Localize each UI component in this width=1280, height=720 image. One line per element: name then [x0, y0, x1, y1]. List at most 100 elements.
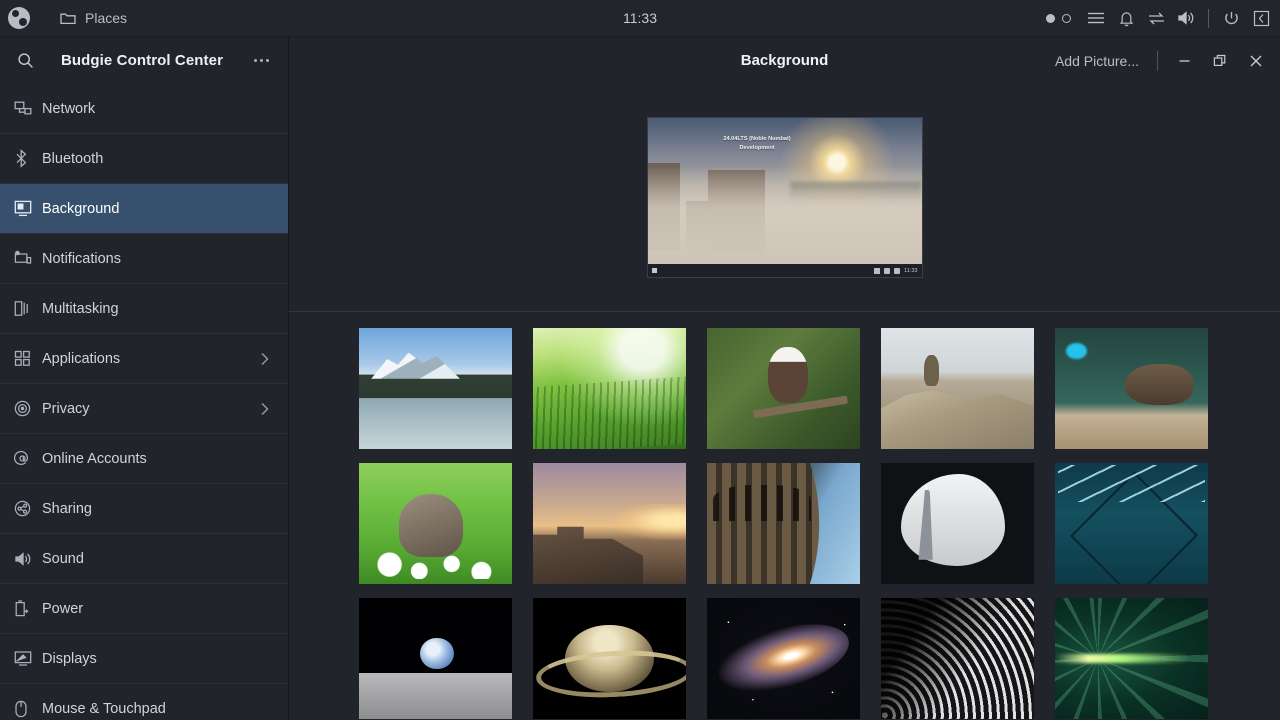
- wallpaper-spiral-galaxy[interactable]: [707, 598, 860, 719]
- sidebar-item-label: Bluetooth: [42, 150, 104, 167]
- wallpaper-grid-zone[interactable]: [289, 312, 1280, 720]
- wallpaper-colosseum[interactable]: [707, 463, 860, 584]
- sidebar-item-label: Power: [42, 600, 84, 617]
- wallpaper-saturn-rings[interactable]: [533, 598, 686, 719]
- sharing-icon: [14, 500, 42, 517]
- workspace-dot-1[interactable]: [1046, 13, 1055, 23]
- mouse-icon: [14, 700, 42, 718]
- wallpaper-blue-geometric-bridge[interactable]: [1055, 463, 1208, 584]
- wallpaper-snowy-mountain-lake[interactable]: [359, 328, 512, 449]
- sidebar-item-online-accounts[interactable]: Online Accounts: [0, 434, 288, 483]
- network-icon[interactable]: [1141, 0, 1171, 37]
- wallpaper-city-rooftops-sunset[interactable]: [533, 463, 686, 584]
- sidebar-item-sound[interactable]: Sound: [0, 534, 288, 583]
- preview-network-icon: [874, 267, 881, 274]
- current-background-preview[interactable]: 24.04LTS (Noble Numbat) Development 11:3…: [646, 117, 923, 278]
- sidebar-item-label: Background: [42, 200, 120, 217]
- notifications-icon: [14, 250, 42, 267]
- volume-icon[interactable]: [1171, 0, 1201, 37]
- sidebar-item-bluetooth[interactable]: Bluetooth: [0, 134, 288, 183]
- maximize-button[interactable]: [1202, 44, 1238, 78]
- preview-overlay-line1: 24.04LTS (Noble Numbat): [723, 136, 791, 143]
- wallpaper-kitten-in-daisies[interactable]: [359, 463, 512, 584]
- wallpaper-bird-on-rock[interactable]: [881, 328, 1034, 449]
- preview-overlay-text: 24.04LTS (Noble Numbat) Development: [675, 135, 839, 151]
- sidebar-item-power[interactable]: Power: [0, 584, 288, 633]
- sidebar-item-mouse-touchpad[interactable]: Mouse & Touchpad: [0, 684, 288, 720]
- sidebar-header: Budgie Control Center: [0, 37, 288, 84]
- wallpaper-monochrome-ripple[interactable]: [881, 598, 1034, 719]
- panel-left-group: Places: [0, 6, 135, 30]
- sidebar-item-label: Mouse & Touchpad: [42, 700, 166, 717]
- power-icon[interactable]: [1216, 0, 1246, 37]
- sidebar-item-label: Displays: [42, 650, 97, 667]
- preview-fog: [647, 165, 922, 265]
- notifications-bell-icon[interactable]: [1111, 0, 1141, 37]
- chevron-right-icon: [260, 351, 270, 367]
- sidebar-item-label: Privacy: [42, 400, 90, 417]
- sound-icon: [14, 551, 42, 567]
- window-header: Background Add Picture...: [289, 37, 1280, 84]
- window-header-right: Add Picture...: [1045, 44, 1280, 78]
- power-icon: [14, 599, 42, 618]
- folder-icon: [60, 11, 76, 25]
- search-icon[interactable]: [12, 48, 38, 74]
- sidebar-item-sharing[interactable]: Sharing: [0, 484, 288, 533]
- header-separator: [1157, 50, 1158, 71]
- close-button[interactable]: [1238, 44, 1274, 78]
- preview-battery-icon: [894, 267, 901, 274]
- bluetooth-icon: [14, 149, 42, 168]
- add-picture-button[interactable]: Add Picture...: [1045, 47, 1149, 75]
- system-tray: [1040, 0, 1280, 37]
- sidebar-item-notifications[interactable]: Notifications: [0, 234, 288, 283]
- control-center-window: Budgie Control Center Network Bluetooth …: [0, 37, 1280, 720]
- places-button[interactable]: Places: [52, 6, 135, 30]
- wallpaper-earthrise-from-moon[interactable]: [359, 598, 512, 719]
- sidebar-item-label: Multitasking: [42, 300, 119, 317]
- wallpaper-green-tea-hills[interactable]: [533, 328, 686, 449]
- collapse-panel-icon[interactable]: [1246, 0, 1276, 37]
- sidebar-item-displays[interactable]: Displays: [0, 634, 288, 683]
- sidebar-item-privacy[interactable]: Privacy: [0, 384, 288, 433]
- applications-icon: [14, 350, 42, 367]
- online-accounts-icon: [14, 450, 42, 467]
- sidebar-item-multitasking[interactable]: Multitasking: [0, 284, 288, 333]
- wallpaper-green-light-burst[interactable]: [1055, 598, 1208, 719]
- hamburger-menu-icon[interactable]: [1081, 0, 1111, 37]
- wallpaper-osprey-on-branch[interactable]: [707, 328, 860, 449]
- preview-volume-icon: [884, 267, 891, 274]
- sidebar-item-label: Sound: [42, 550, 84, 567]
- workspace-switcher[interactable]: [1040, 13, 1081, 23]
- sidebar-item-label: Network: [42, 100, 96, 117]
- workspace-dot-2[interactable]: [1062, 13, 1071, 23]
- wallpaper-oculus-skyscraper[interactable]: [881, 463, 1034, 584]
- more-options-icon[interactable]: [246, 48, 276, 74]
- sidebar-item-background[interactable]: Background: [0, 184, 288, 233]
- privacy-icon: [14, 400, 42, 417]
- sidebar-item-list: Network Bluetooth Background Notificatio…: [0, 84, 288, 720]
- sidebar-item-label: Sharing: [42, 500, 92, 517]
- budgie-logo[interactable]: [8, 7, 30, 29]
- background-preview-zone: 24.04LTS (Noble Numbat) Development 11:3…: [289, 84, 1280, 312]
- wallpaper-grid: [289, 328, 1280, 720]
- displays-icon: [14, 650, 42, 667]
- sidebar-item-label: Applications: [42, 350, 121, 367]
- preview-taskbar: 11:33: [647, 264, 922, 277]
- sidebar: Budgie Control Center Network Bluetooth …: [0, 37, 289, 720]
- preview-clock: 11:33: [904, 267, 918, 274]
- sidebar-item-applications[interactable]: Applications: [0, 334, 288, 383]
- sidebar-title: Budgie Control Center: [60, 52, 224, 69]
- tray-separator: [1208, 8, 1209, 28]
- preview-taskbar-tray: 11:33: [874, 267, 918, 274]
- network-icon: [14, 100, 42, 117]
- preview-overlay-line2: Development: [739, 144, 775, 151]
- minimize-button[interactable]: [1166, 44, 1202, 78]
- desktop-top-panel: Places 11:33: [0, 0, 1280, 37]
- preview-taskbar-start-icon: [651, 268, 657, 273]
- sidebar-item-label: Online Accounts: [42, 450, 147, 467]
- sidebar-item-label: Notifications: [42, 250, 121, 267]
- wallpaper-otters-by-water[interactable]: [1055, 328, 1208, 449]
- sidebar-item-network[interactable]: Network: [0, 84, 288, 133]
- background-icon: [14, 200, 42, 217]
- chevron-right-icon: [260, 401, 270, 417]
